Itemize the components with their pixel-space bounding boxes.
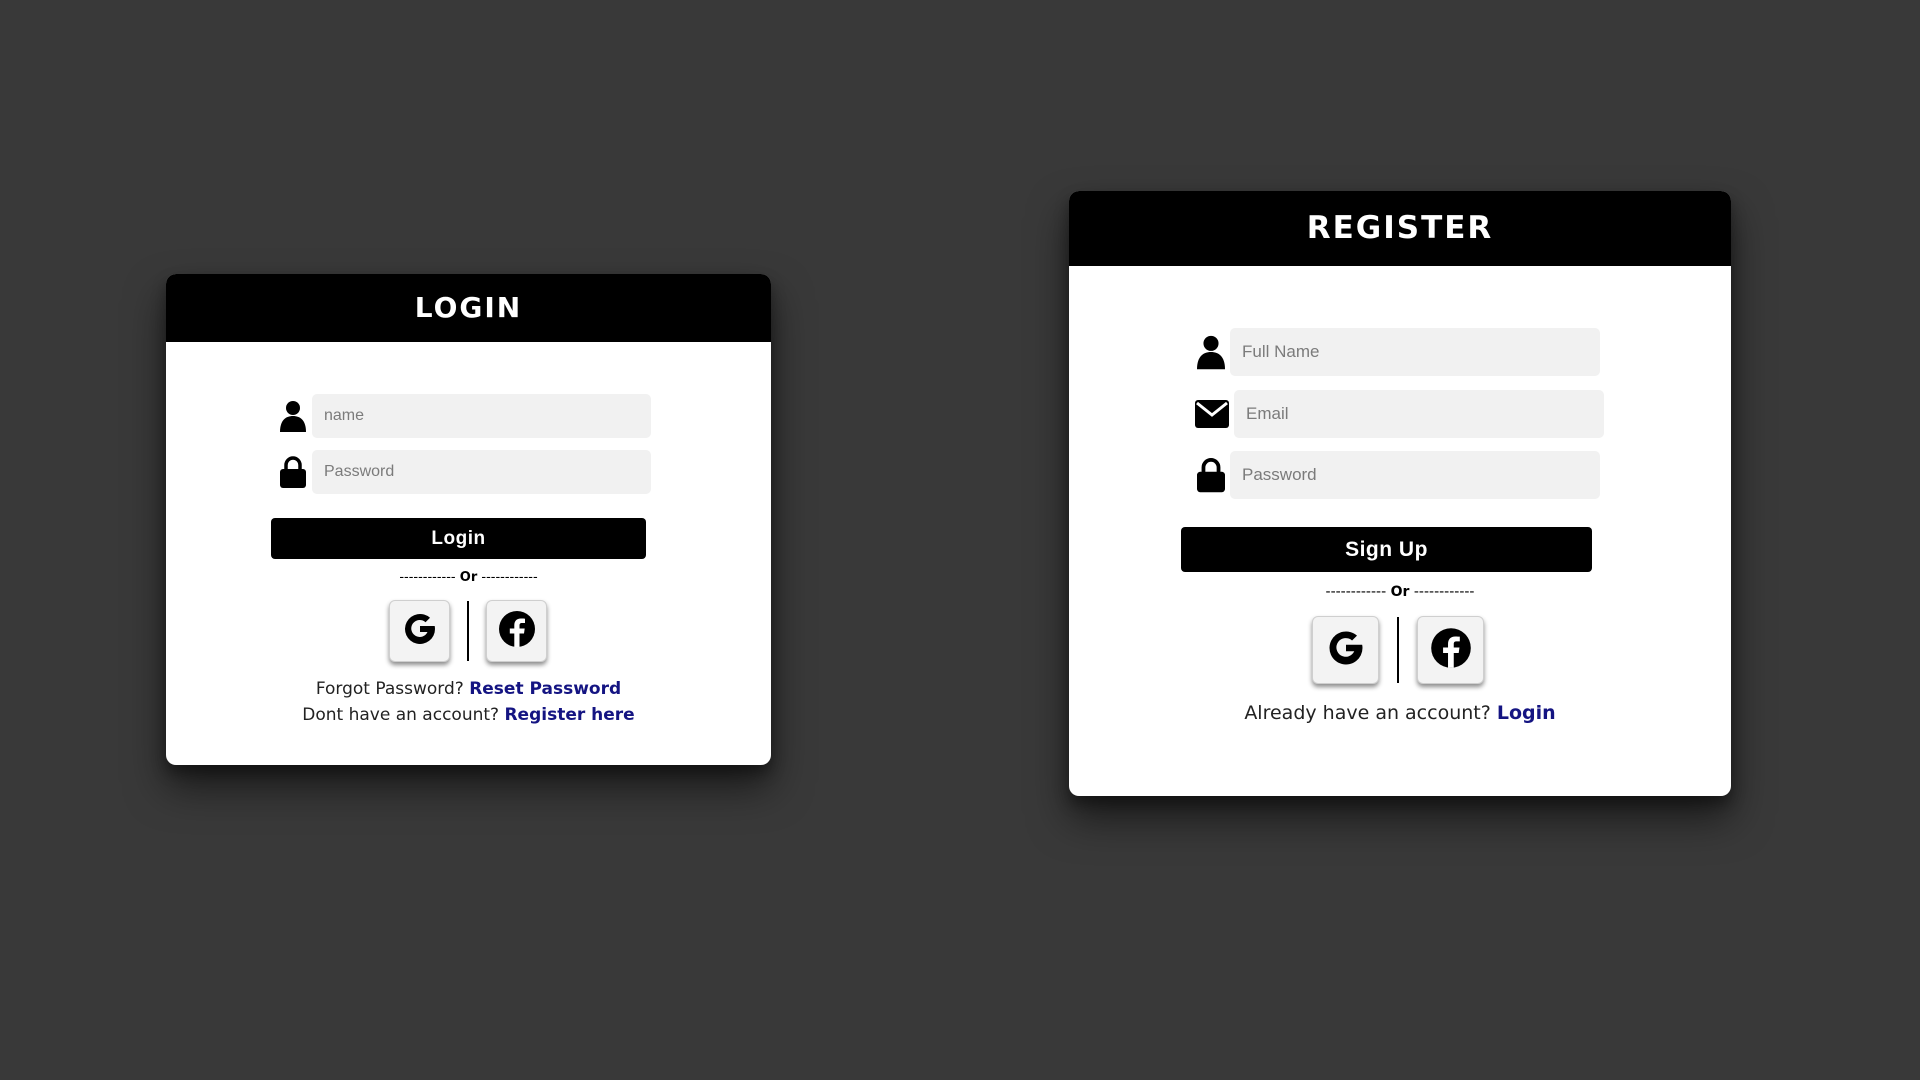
have-account-text: Already have an account?: [1244, 702, 1491, 724]
login-footer: Forgot Password? Reset Password Dont hav…: [166, 676, 771, 728]
register-title: REGISTER: [1069, 191, 1731, 266]
social-separator: [467, 601, 469, 661]
user-icon: [278, 399, 308, 433]
password-row: [1194, 451, 1600, 499]
register-password-input[interactable]: [1230, 451, 1600, 499]
email-input[interactable]: [1234, 390, 1604, 438]
google-icon: [400, 609, 440, 653]
login-button[interactable]: Login: [271, 518, 646, 559]
register-form: Sign Up ------------ Or ------------ Alr…: [1069, 266, 1731, 796]
or-divider: ------------ Or ------------: [166, 570, 771, 585]
google-signup-button[interactable]: [1312, 616, 1379, 684]
or-divider-label: Or: [1390, 584, 1410, 600]
forgot-password-text: Forgot Password?: [315, 679, 464, 699]
envelope-icon: [1194, 395, 1230, 433]
or-divider-dashes-left: ------------: [1325, 584, 1387, 600]
login-card: LOGIN Login ------------ Or ------------: [166, 274, 771, 765]
lock-icon: [1194, 456, 1227, 494]
fullname-input[interactable]: [1230, 328, 1600, 376]
or-divider-dashes-right: ------------: [1413, 584, 1475, 600]
fullname-row: [1194, 328, 1600, 376]
name-input[interactable]: [312, 394, 651, 438]
name-row: [278, 394, 651, 438]
or-divider-dashes-right: ------------: [481, 570, 538, 585]
login-title: LOGIN: [166, 274, 771, 342]
google-login-button[interactable]: [389, 600, 450, 662]
password-input[interactable]: [312, 450, 651, 494]
social-separator: [1397, 617, 1399, 683]
facebook-signup-button[interactable]: [1417, 616, 1484, 684]
social-register: [1312, 616, 1484, 684]
password-row: [278, 450, 651, 494]
no-account-text: Dont have an account?: [302, 705, 500, 725]
login-form: Login ------------ Or ------------ Forgo…: [166, 342, 771, 765]
register-card: REGISTER Sign Up ------------ Or -------…: [1069, 191, 1731, 796]
or-divider-label: Or: [459, 570, 478, 585]
register-footer: Already have an account? Login: [1069, 698, 1731, 728]
user-icon: [1194, 333, 1227, 371]
facebook-login-button[interactable]: [486, 600, 547, 662]
reset-password-link[interactable]: Reset Password: [469, 679, 621, 699]
facebook-icon: [1429, 626, 1473, 674]
social-login: [389, 600, 547, 662]
register-here-link[interactable]: Register here: [504, 705, 634, 725]
login-link[interactable]: Login: [1497, 702, 1556, 724]
lock-icon: [278, 455, 308, 489]
email-row: [1194, 390, 1604, 438]
or-divider-dashes-left: ------------: [399, 570, 456, 585]
or-divider: ------------ Or ------------: [1069, 584, 1731, 600]
google-icon: [1324, 626, 1368, 674]
sign-up-button[interactable]: Sign Up: [1181, 527, 1592, 572]
facebook-icon: [497, 609, 537, 653]
